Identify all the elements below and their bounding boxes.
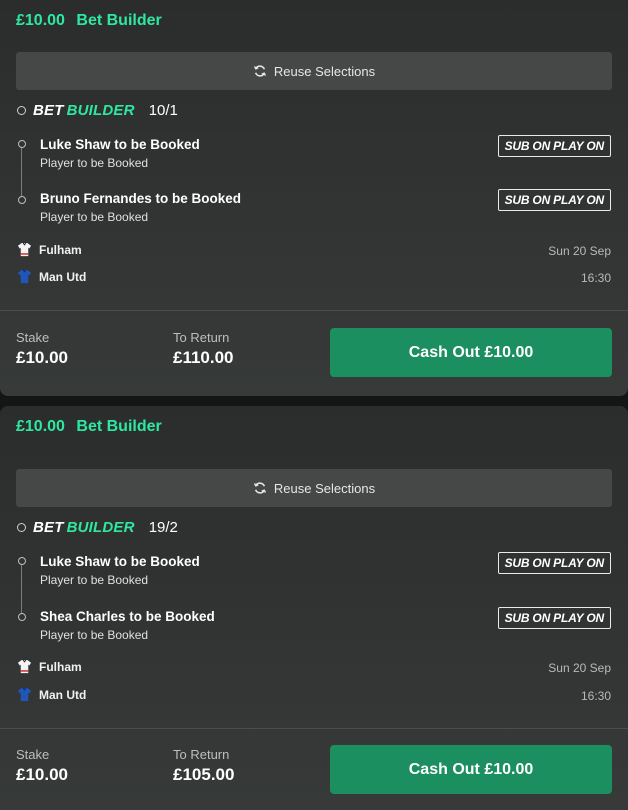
bet-builder-logo-word2: BUILDER bbox=[66, 519, 135, 536]
away-team: Man Utd bbox=[17, 269, 86, 284]
return-label: To Return bbox=[173, 747, 230, 762]
timeline-dot bbox=[18, 613, 26, 621]
timeline-dot bbox=[17, 523, 26, 532]
refresh-icon bbox=[253, 482, 266, 494]
sub-on-play-on-badge: SUB ON PLAY ON bbox=[497, 607, 611, 629]
stake-value: £10.00 bbox=[16, 348, 68, 367]
home-team-name: Fulham bbox=[39, 659, 82, 674]
man-utd-shirt-icon bbox=[17, 687, 32, 702]
bet-header-stake: £10.00 bbox=[16, 12, 65, 29]
bet-header-type: Bet Builder bbox=[76, 12, 162, 29]
stake-value: £10.00 bbox=[16, 765, 68, 784]
return-label: To Return bbox=[173, 330, 230, 345]
bet-builder-logo: BET BUILDER bbox=[33, 519, 135, 536]
bet-header: £10.00 Bet Builder bbox=[16, 418, 162, 436]
bet-header-type: Bet Builder bbox=[76, 418, 162, 435]
bet-odds: 19/2 bbox=[148, 519, 178, 536]
selection-name: Luke Shaw to be Booked bbox=[40, 554, 200, 569]
selection-item: Bruno Fernandes to be Booked Player to b… bbox=[40, 191, 241, 224]
selection-item: Luke Shaw to be Booked Player to be Book… bbox=[40, 137, 200, 170]
stake-label: Stake bbox=[16, 747, 50, 762]
selection-name: Luke Shaw to be Booked bbox=[40, 137, 200, 152]
away-team-name: Man Utd bbox=[39, 269, 87, 284]
fulham-shirt-icon bbox=[17, 242, 32, 257]
cash-out-button[interactable]: Cash Out £10.00 bbox=[330, 328, 612, 377]
away-team-name: Man Utd bbox=[39, 687, 87, 702]
bet-builder-logo-word1: BET bbox=[33, 519, 64, 536]
selection-name: Shea Charles to be Booked bbox=[40, 609, 215, 624]
divider bbox=[0, 728, 628, 729]
timeline-line bbox=[21, 140, 22, 202]
bet-builder-logo: BET BUILDER bbox=[33, 102, 135, 119]
bet-odds: 10/1 bbox=[148, 102, 178, 119]
timeline-line bbox=[21, 557, 22, 620]
selection-item: Luke Shaw to be Booked Player to be Book… bbox=[40, 554, 200, 587]
bet-builder-row: BET BUILDER 10/1 bbox=[17, 102, 178, 119]
refresh-icon bbox=[253, 65, 266, 77]
match-time: 16:30 bbox=[580, 689, 611, 703]
return-value: £105.00 bbox=[173, 765, 235, 784]
home-team: Fulham bbox=[17, 659, 82, 674]
sub-on-play-on-badge: SUB ON PLAY ON bbox=[497, 135, 611, 157]
bet-card: £10.00 Bet Builder Reuse Selections BET B… bbox=[0, 0, 628, 396]
bet-builder-row: BET BUILDER 19/2 bbox=[17, 519, 178, 536]
home-team: Fulham bbox=[17, 242, 82, 257]
timeline-dot bbox=[18, 140, 26, 148]
man-utd-shirt-icon bbox=[17, 269, 32, 284]
match-date: Sun 20 Sep bbox=[548, 244, 611, 258]
match-date: Sun 20 Sep bbox=[548, 661, 611, 675]
bet-header: £10.00 Bet Builder bbox=[16, 12, 162, 30]
timeline-dot bbox=[18, 196, 26, 204]
bet-builder-logo-word1: BET bbox=[33, 102, 64, 119]
selection-item: Shea Charles to be Booked Player to be B… bbox=[40, 609, 215, 642]
reuse-selections-label: Reuse Selections bbox=[273, 63, 376, 79]
selection-market: Player to be Booked bbox=[40, 628, 149, 642]
reuse-selections-label: Reuse Selections bbox=[273, 480, 376, 496]
bet-header-stake: £10.00 bbox=[16, 418, 65, 435]
reuse-selections-button[interactable]: Reuse Selections bbox=[16, 52, 612, 90]
selection-market: Player to be Booked bbox=[40, 210, 149, 224]
timeline-dot bbox=[17, 106, 26, 115]
home-team-name: Fulham bbox=[39, 242, 82, 257]
return-value: £110.00 bbox=[173, 348, 234, 367]
selection-market: Player to be Booked bbox=[40, 156, 149, 170]
bet-builder-logo-word2: BUILDER bbox=[66, 102, 135, 119]
divider bbox=[0, 310, 628, 311]
cash-out-button[interactable]: Cash Out £10.00 bbox=[330, 745, 612, 794]
sub-on-play-on-badge: SUB ON PLAY ON bbox=[497, 552, 611, 574]
stake-label: Stake bbox=[16, 330, 50, 345]
selection-name: Bruno Fernandes to be Booked bbox=[40, 191, 242, 206]
match-time: 16:30 bbox=[580, 271, 611, 285]
away-team: Man Utd bbox=[17, 687, 86, 702]
fulham-shirt-icon bbox=[17, 659, 32, 674]
selection-market: Player to be Booked bbox=[40, 573, 149, 587]
bet-card: £10.00 Bet Builder Reuse Selections BET B… bbox=[0, 406, 628, 810]
timeline-dot bbox=[18, 557, 26, 565]
sub-on-play-on-badge: SUB ON PLAY ON bbox=[497, 189, 611, 211]
reuse-selections-button[interactable]: Reuse Selections bbox=[16, 469, 612, 507]
